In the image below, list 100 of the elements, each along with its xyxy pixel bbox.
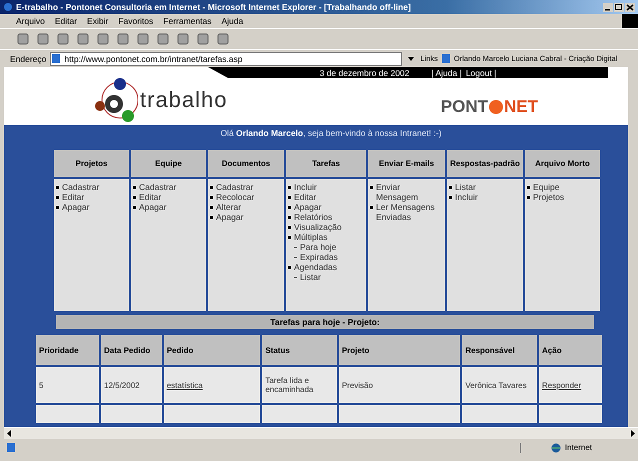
column-header: Data Pedido <box>100 334 163 366</box>
menu-link[interactable]: Apagar <box>216 212 244 222</box>
menu-item[interactable]: Ferramentas <box>163 16 212 26</box>
menu-link[interactable]: Recolocar <box>216 192 254 202</box>
table-link[interactable]: Responder <box>542 380 582 390</box>
menu-link[interactable]: Apagar <box>62 202 90 212</box>
menu-link[interactable]: Para hoje <box>300 242 336 252</box>
bullet-icon <box>210 196 213 199</box>
bullet-icon <box>527 186 530 189</box>
column-header: Pedido <box>162 334 262 366</box>
menu-link[interactable]: Listar <box>300 272 321 282</box>
menu-link[interactable]: Cadastrar <box>62 182 100 192</box>
menu-link[interactable]: Expiradas <box>300 252 338 262</box>
bullet-icon <box>288 226 291 229</box>
menu-link[interactable]: Visualização <box>294 222 342 232</box>
menu-item[interactable]: Editar <box>54 16 78 26</box>
bullet-icon <box>370 186 373 189</box>
bullet-icon <box>210 206 213 209</box>
bullet-icon <box>288 236 291 239</box>
menu-link[interactable]: Listar <box>455 182 476 192</box>
menu-link[interactable]: Apagar <box>139 202 166 212</box>
date-text: 3 de dezembro de 2002 <box>320 68 410 78</box>
menu-header: Enviar E-mails <box>368 150 445 177</box>
page-icon <box>6 442 16 453</box>
bullet-icon <box>449 196 452 199</box>
maximize-icon[interactable] <box>614 2 624 12</box>
window-title: E-trabalho - Pontonet Consultoria em Internet - Microsoft Internet Explorer - [Trabalhando off-line] <box>16 2 412 12</box>
address-label: Endereço <box>10 54 46 64</box>
menu-header: Equipe <box>131 150 206 177</box>
table-cell: 5 <box>39 380 44 390</box>
menu-link[interactable]: Múltiplas <box>294 232 328 242</box>
column-header: Responsável <box>461 334 538 366</box>
bullet-icon <box>133 206 136 209</box>
table-cell: Previsão <box>342 380 373 390</box>
menu-link[interactable]: Editar <box>62 192 84 202</box>
browser-logo <box>622 14 638 28</box>
menu-item[interactable]: Favoritos <box>118 16 154 26</box>
column-header: Prioridade <box>35 334 100 366</box>
bullet-icon <box>527 196 530 199</box>
menu-header: Respostas-padrão <box>447 150 523 177</box>
circle-icon <box>488 99 504 115</box>
menu-link[interactable]: Ler Mensagens Enviadas <box>376 202 443 222</box>
menu-link[interactable]: Enviar Mensagem <box>376 182 443 202</box>
greeting-text: Olá Orlando Marcelo, seja bem-vindo à nossa Intranet! :-) <box>219 127 443 140</box>
address-field[interactable]: http://www.pontonet.com.br/intranet/tarefas.asp <box>50 52 402 66</box>
menu-link[interactable]: Incluir <box>294 182 317 192</box>
close-icon[interactable] <box>625 2 635 12</box>
bullet-icon <box>56 186 59 189</box>
menu-link[interactable]: Equipe <box>533 182 560 192</box>
dash-icon <box>294 277 297 278</box>
horizontal-scrollbar[interactable] <box>4 427 638 439</box>
menu-link[interactable]: Cadastrar <box>216 182 254 192</box>
menu-item[interactable]: Ajuda <box>221 16 244 26</box>
minimize-icon[interactable] <box>603 2 613 12</box>
table-cell: Verônica Tavares <box>465 380 527 390</box>
menu-link[interactable]: Apagar <box>294 202 322 212</box>
menu-link[interactable]: Agendadas <box>294 262 338 272</box>
logo-text: trabalho <box>140 87 228 113</box>
bullet-icon <box>288 196 291 199</box>
dash-icon <box>294 247 297 248</box>
bullet-icon <box>288 186 291 189</box>
dash-icon <box>294 257 297 258</box>
column-header: Ação <box>538 334 603 366</box>
page-icon <box>51 53 62 64</box>
menu-header: Arquivo Morto <box>525 150 600 177</box>
table-cell: Tarefa lida e encaminhada <box>265 376 314 394</box>
column-header: Projeto <box>338 334 462 366</box>
bullet-icon <box>288 266 291 269</box>
header-link[interactable]: | Ajuda | <box>431 68 462 78</box>
bullet-icon <box>288 206 291 209</box>
menu-header: Documentos <box>208 150 284 177</box>
table-link[interactable]: estatística <box>166 380 203 390</box>
menu-link[interactable]: Relatórios <box>294 212 332 222</box>
zone-text: Internet <box>564 443 592 452</box>
menu-link[interactable]: Incluir <box>455 192 478 202</box>
menu-item[interactable]: Exibir <box>87 16 108 26</box>
menu-header: Projetos <box>54 150 129 177</box>
partner-logo-text: NET <box>504 97 538 117</box>
table-cell: 12/5/2002 <box>104 380 140 390</box>
menu-item[interactable]: Arquivo <box>16 16 45 26</box>
tasks-title: Tarefas para hoje - Projeto: <box>54 313 596 331</box>
bullet-icon <box>210 216 213 219</box>
menu-link[interactable]: Cadastrar <box>139 182 176 192</box>
menu-link[interactable]: Editar <box>139 192 162 202</box>
column-header: Status <box>261 334 338 366</box>
header-link[interactable]: Logout | <box>466 68 496 78</box>
page-icon <box>440 53 451 64</box>
bullet-icon <box>133 186 136 189</box>
partner-logo-text: PONT <box>440 97 488 117</box>
browser-icon <box>3 2 13 12</box>
menu-header: Tarefas <box>286 150 366 177</box>
bullet-icon <box>56 196 59 199</box>
bullet-icon <box>133 196 136 199</box>
bullet-icon <box>210 186 213 189</box>
bullet-icon <box>288 216 291 219</box>
bullet-icon <box>449 186 452 189</box>
menu-link[interactable]: Projetos <box>533 192 564 202</box>
menu-link[interactable]: Alterar <box>216 202 242 212</box>
bullet-icon <box>370 206 373 209</box>
menu-link[interactable]: Editar <box>294 192 316 202</box>
